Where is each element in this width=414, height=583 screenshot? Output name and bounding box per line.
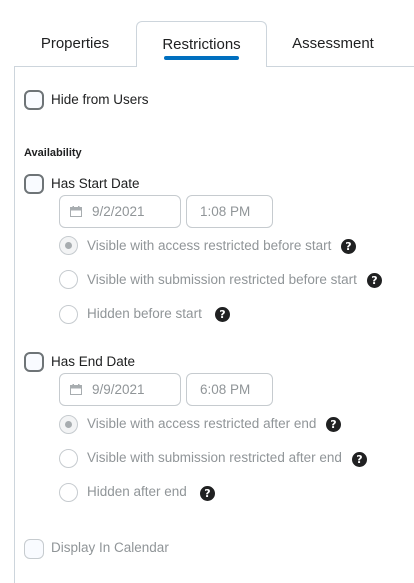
has-start-date-label: Has Start Date [51,176,140,191]
start-option-submission-restricted-label: Visible with submission restricted befor… [87,272,357,287]
start-date-input[interactable]: 9/2/2021 [59,195,181,228]
start-time-input[interactable]: 1:08 PM [186,195,273,228]
has-start-date-checkbox[interactable] [24,174,44,194]
help-icon[interactable]: ? [341,239,356,254]
start-option-submission-restricted-radio[interactable] [59,270,78,289]
end-date-value: 9/9/2021 [92,382,145,397]
end-option-submission-restricted-radio[interactable] [59,449,78,468]
start-option-hidden-radio[interactable] [59,305,78,324]
hide-from-users-label: Hide from Users [51,92,149,107]
help-icon[interactable]: ? [352,452,367,467]
start-time-value: 1:08 PM [200,204,251,219]
end-option-access-restricted-label: Visible with access restricted after end [87,416,317,431]
tab-restrictions[interactable]: Restrictions [136,21,267,67]
has-end-date-label: Has End Date [51,354,136,369]
end-time-value: 6:08 PM [200,382,251,397]
end-date-input[interactable]: 9/9/2021 [59,373,181,406]
start-option-hidden-label: Hidden before start [87,306,202,321]
end-option-submission-restricted-label: Visible with submission restricted after… [87,450,342,465]
tab-properties[interactable]: Properties [14,21,136,66]
start-option-access-restricted-label: Visible with access restricted before st… [87,238,332,253]
calendar-icon [70,384,82,395]
availability-heading: Availability [24,147,82,159]
panel-border-left [14,66,15,583]
start-option-access-restricted-radio[interactable] [59,236,78,255]
tab-assessment[interactable]: Assessment [267,21,399,66]
active-tab-indicator [164,56,239,60]
end-option-access-restricted-radio[interactable] [59,415,78,434]
help-icon[interactable]: ? [200,486,215,501]
display-in-calendar-label: Display In Calendar [51,540,169,555]
end-option-hidden-radio[interactable] [59,483,78,502]
hide-from-users-checkbox[interactable] [24,90,44,110]
calendar-icon [70,206,82,217]
end-time-input[interactable]: 6:08 PM [186,373,273,406]
help-icon[interactable]: ? [367,273,382,288]
tab-bar: Properties Restrictions Assessment [0,0,414,67]
end-option-hidden-label: Hidden after end [87,484,187,499]
display-in-calendar-checkbox[interactable] [24,539,44,559]
start-date-value: 9/2/2021 [92,204,145,219]
has-end-date-checkbox[interactable] [24,352,44,372]
help-icon[interactable]: ? [215,307,230,322]
help-icon[interactable]: ? [326,417,341,432]
